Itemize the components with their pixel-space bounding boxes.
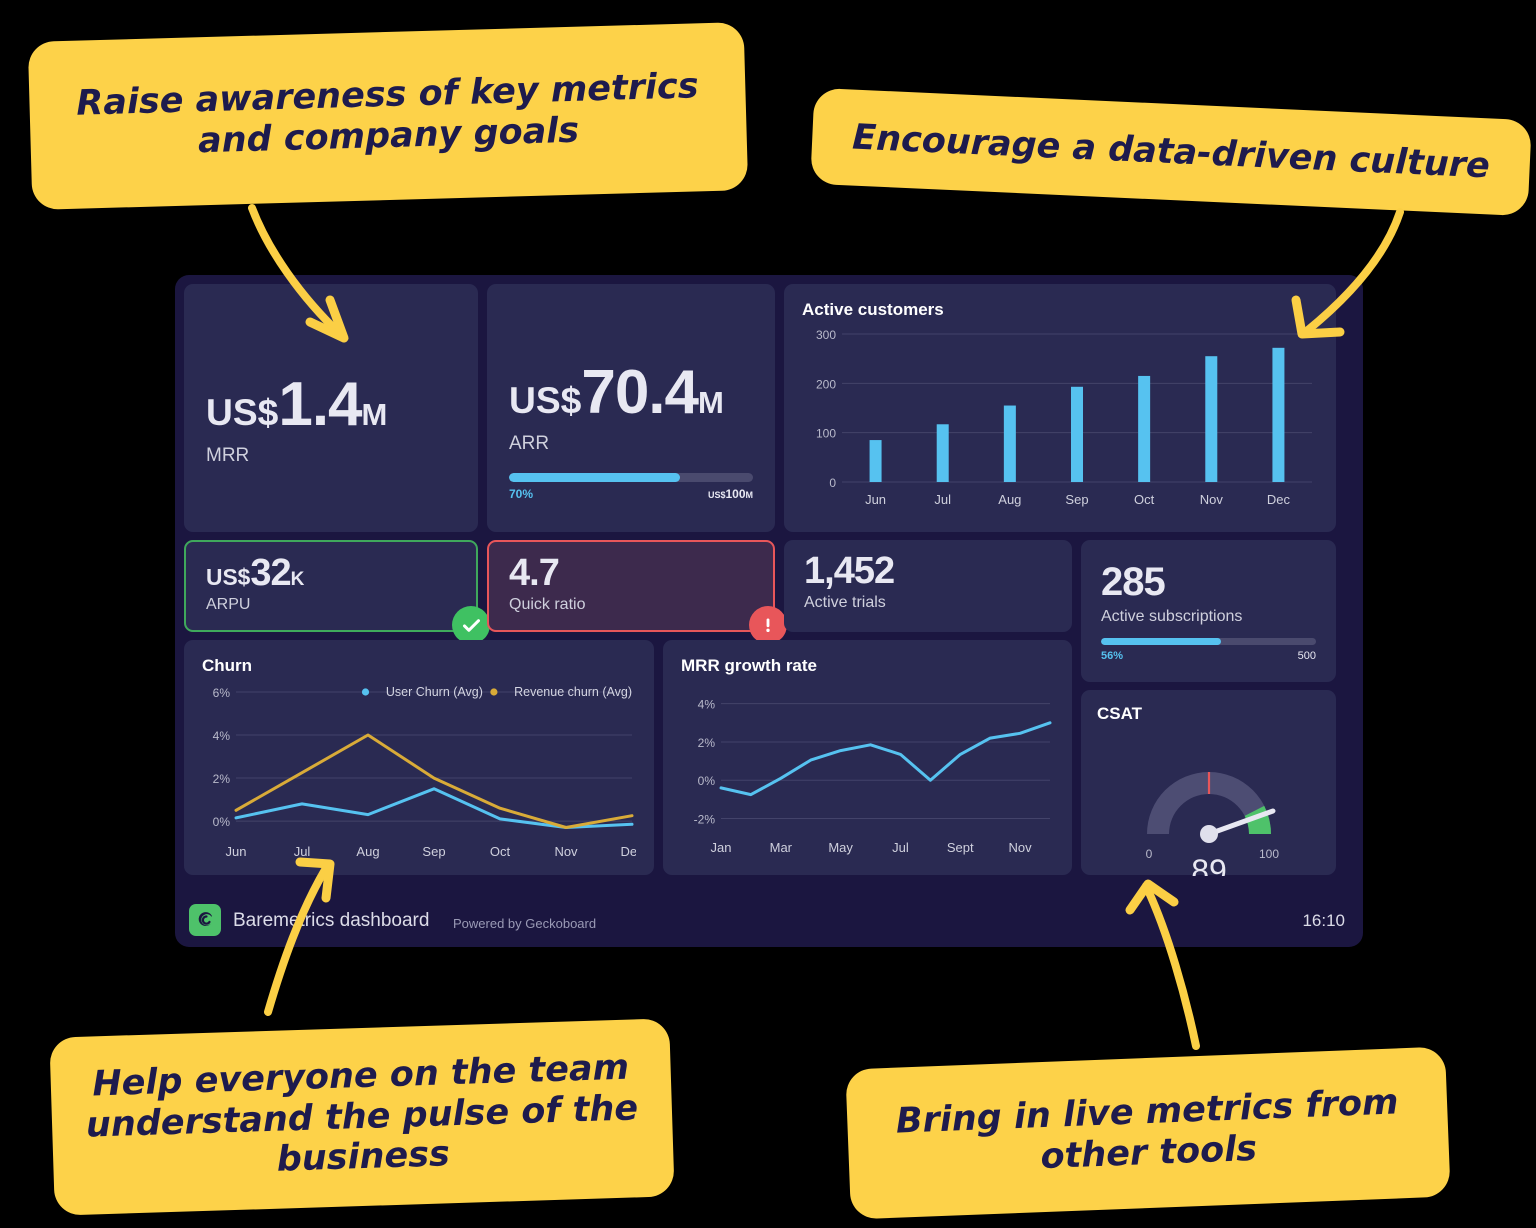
svg-text:Sept: Sept xyxy=(947,840,974,855)
arpu-currency: US$ xyxy=(206,564,251,590)
svg-text:0: 0 xyxy=(829,476,836,490)
csat-title: CSAT xyxy=(1097,704,1143,723)
arr-label: ARR xyxy=(509,433,550,454)
svg-text:2%: 2% xyxy=(698,736,716,750)
widget-csat[interactable]: CSAT 0 100 89 xyxy=(1081,690,1336,889)
svg-text:Jan: Jan xyxy=(711,840,732,855)
mrr-currency: US$ xyxy=(206,391,279,433)
arr-currency: US$ xyxy=(509,379,582,421)
widget-quick-ratio[interactable]: 4.7 Quick ratio xyxy=(487,540,787,644)
svg-text:Jul: Jul xyxy=(934,492,951,507)
arpu-value: 32 xyxy=(250,552,291,594)
svg-text:Sep: Sep xyxy=(422,844,445,859)
svg-text:User Churn (Avg): User Churn (Avg) xyxy=(386,685,483,699)
subscriptions-goal: 500 xyxy=(1297,650,1316,662)
mrr-growth-chart: -2% 0% 2% 4% Jan Mar May Jul Sept Nov xyxy=(694,698,1052,855)
svg-text:Oct: Oct xyxy=(1134,492,1155,507)
svg-text:Nov: Nov xyxy=(1200,492,1224,507)
quick-ratio-label: Quick ratio xyxy=(509,596,586,613)
dashboard-frame: US$1.4M MRR US$70.4M ARR 70% US$100M Act… xyxy=(175,275,1363,947)
geckoboard-logo-icon xyxy=(189,904,221,936)
widget-arr[interactable]: US$70.4M ARR 70% US$100M xyxy=(487,284,775,532)
svg-text:2%: 2% xyxy=(213,772,231,786)
callout-raise-awareness: Raise awareness of key metrics and compa… xyxy=(27,22,749,210)
svg-text:Jun: Jun xyxy=(226,844,247,859)
footer-powered-by: Powered by Geckoboard xyxy=(453,916,597,931)
widget-active-customers[interactable]: Active customers 0 100 200 300 Jun Jul Aug Sep O… xyxy=(784,284,1336,532)
svg-text:Aug: Aug xyxy=(356,844,379,859)
footer-dashboard-name: Baremetrics dashboard xyxy=(233,910,430,931)
svg-text:4%: 4% xyxy=(698,698,716,712)
mrr-label: MRR xyxy=(206,445,250,466)
arpu-label: ARPU xyxy=(206,596,251,613)
svg-text:Jul: Jul xyxy=(294,844,311,859)
csat-gauge: 0 100 89 xyxy=(1146,772,1279,889)
quick-ratio-value: 4.7 xyxy=(509,552,560,594)
svg-text:89: 89 xyxy=(1191,853,1227,876)
svg-text:Oct: Oct xyxy=(490,844,511,859)
svg-text:Nov: Nov xyxy=(1009,840,1033,855)
svg-text:0: 0 xyxy=(1146,847,1153,861)
svg-text:Dec: Dec xyxy=(620,844,636,859)
arr-progress-pct: 70% xyxy=(509,487,534,501)
widget-mrr[interactable]: US$1.4M MRR xyxy=(184,284,478,532)
widget-churn[interactable]: Churn 0% 2% 4% 6% Jun Jul Aug Sep Oct Nov Dec Reven… xyxy=(184,640,654,875)
svg-text:100: 100 xyxy=(816,427,836,441)
arpu-suffix: K xyxy=(290,569,305,590)
active-subscriptions-label: Active subscriptions xyxy=(1101,608,1243,625)
callout-pulse: Help everyone on the team understand the… xyxy=(49,1018,675,1216)
mrr-value: 1.4 xyxy=(278,370,362,439)
check-circle-icon xyxy=(452,606,490,644)
active-subscriptions-value: 285 xyxy=(1101,560,1166,604)
svg-text:0%: 0% xyxy=(213,815,231,829)
subscriptions-progress-bar xyxy=(1101,638,1316,645)
svg-text:Dec: Dec xyxy=(1267,492,1291,507)
svg-text:Aug: Aug xyxy=(998,492,1021,507)
widget-arpu[interactable]: US$32K ARPU xyxy=(184,540,490,644)
svg-text:Nov: Nov xyxy=(554,844,578,859)
svg-text:0%: 0% xyxy=(698,774,716,788)
dashboard-footer: Baremetrics dashboard Powered by Geckobo… xyxy=(175,895,1363,947)
footer-time: 16:10 xyxy=(1302,911,1345,930)
svg-text:6%: 6% xyxy=(213,686,231,700)
mrr-suffix: M xyxy=(361,397,388,432)
alert-circle-icon xyxy=(749,606,787,644)
active-trials-label: Active trials xyxy=(804,594,886,611)
svg-text:Mar: Mar xyxy=(770,840,793,855)
churn-chart: 0% 2% 4% 6% Jun Jul Aug Sep Oct Nov Dec Revenue chu… xyxy=(213,685,644,859)
callout-live-metrics: Bring in live metrics from other tools xyxy=(845,1046,1451,1220)
subscriptions-progress-pct: 56% xyxy=(1101,650,1124,662)
svg-text:-2%: -2% xyxy=(694,813,716,827)
widget-active-subscriptions[interactable]: 285 Active subscriptions 56% 500 xyxy=(1081,540,1336,682)
svg-text:Sep: Sep xyxy=(1065,492,1088,507)
active-customers-chart: 0 100 200 300 Jun Jul Aug Sep Oct Nov Dec xyxy=(816,328,1312,507)
mrr-growth-title: MRR growth rate xyxy=(681,656,817,675)
callout-data-driven: Encourage a data-driven culture xyxy=(810,87,1532,217)
widget-active-trials[interactable]: 1,452 Active trials xyxy=(784,540,1072,632)
arr-value: 70.4 xyxy=(581,358,699,427)
svg-text:May: May xyxy=(828,840,853,855)
svg-text:Jun: Jun xyxy=(865,492,886,507)
active-customers-title: Active customers xyxy=(802,300,944,319)
arr-goal: US$100M xyxy=(707,487,753,501)
svg-text:4%: 4% xyxy=(213,729,231,743)
svg-text:Jul: Jul xyxy=(892,840,909,855)
arr-progress-bar xyxy=(509,473,753,482)
churn-title: Churn xyxy=(202,656,253,675)
active-trials-value: 1,452 xyxy=(804,550,895,592)
svg-text:300: 300 xyxy=(816,328,836,342)
arr-suffix: M xyxy=(698,385,724,420)
svg-text:Revenue churn (Avg): Revenue churn (Avg) xyxy=(514,685,632,699)
svg-text:200: 200 xyxy=(816,377,836,391)
widget-mrr-growth[interactable]: MRR growth rate -2% 0% 2% 4% Jan Mar May Jul Sep… xyxy=(663,640,1072,875)
svg-text:100: 100 xyxy=(1259,847,1279,861)
